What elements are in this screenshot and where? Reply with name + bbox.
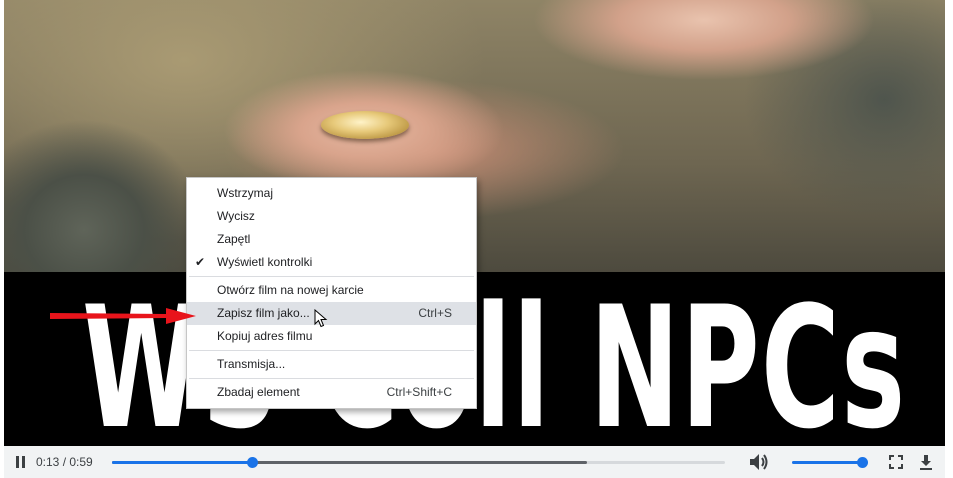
menu-item-wyswietl-kontrolki[interactable]: ✔ Wyświetl kontrolki — [187, 251, 476, 274]
menu-item-label: Zapisz film jako... — [217, 306, 310, 320]
menu-item-wycisz[interactable]: Wycisz — [187, 205, 476, 228]
volume-icon[interactable] — [748, 453, 770, 471]
coin-image — [321, 111, 409, 139]
menu-item-label: Transmisja... — [217, 357, 286, 371]
video-controls-bar: 0:13 / 0:59 — [4, 446, 945, 478]
menu-item-label: Zbadaj element — [217, 385, 300, 399]
menu-item-label: Zapętl — [217, 232, 251, 246]
menu-item-label: Wstrzymaj — [217, 186, 273, 200]
volume-level — [792, 461, 862, 464]
current-time: 0:13 — [36, 455, 60, 469]
menu-item-kopiuj-adres-filmu[interactable]: Kopiuj adres filmu — [187, 325, 476, 348]
mouse-cursor-icon — [314, 309, 328, 328]
menu-item-label: Wyświetl kontrolki — [217, 255, 313, 269]
seek-bar-played — [112, 461, 252, 464]
volume-slider[interactable] — [792, 457, 868, 468]
menu-item-zapisz-film-jako[interactable]: Zapisz film jako... Ctrl+S — [187, 302, 476, 325]
fullscreen-icon[interactable] — [888, 454, 904, 470]
download-icon[interactable] — [918, 453, 934, 471]
checkmark-icon: ✔ — [195, 255, 206, 269]
context-menu: Wstrzymaj Wycisz Zapętl ✔ Wyświetl kontrolki… — [186, 177, 477, 409]
seek-thumb[interactable] — [246, 457, 258, 468]
menu-item-wstrzymaj[interactable]: Wstrzymaj — [187, 182, 476, 205]
menu-item-shortcut: Ctrl+Shift+C — [386, 385, 452, 399]
time-separator: / — [59, 455, 70, 469]
menu-item-label: Wycisz — [217, 209, 255, 223]
menu-separator — [189, 276, 474, 277]
volume-thumb[interactable] — [857, 457, 868, 468]
menu-item-zapetl[interactable]: Zapętl — [187, 228, 476, 251]
menu-separator — [189, 350, 474, 351]
menu-item-shortcut: Ctrl+S — [418, 306, 452, 320]
red-arrow-icon — [50, 308, 196, 324]
menu-item-otworz-film-na-nowej-karcie[interactable]: Otwórz film na nowej karcie — [187, 279, 476, 302]
menu-item-transmisja[interactable]: Transmisja... — [187, 353, 476, 376]
time-display: 0:13 / 0:59 — [36, 455, 93, 469]
seek-bar[interactable] — [112, 457, 725, 468]
menu-item-label: Otwórz film na nowej karcie — [217, 283, 364, 297]
menu-item-zbadaj-element[interactable]: Zbadaj element Ctrl+Shift+C — [187, 381, 476, 404]
menu-item-label: Kopiuj adres filmu — [217, 329, 313, 343]
duration: 0:59 — [69, 455, 93, 469]
menu-separator — [189, 378, 474, 379]
pause-icon[interactable] — [14, 446, 28, 478]
